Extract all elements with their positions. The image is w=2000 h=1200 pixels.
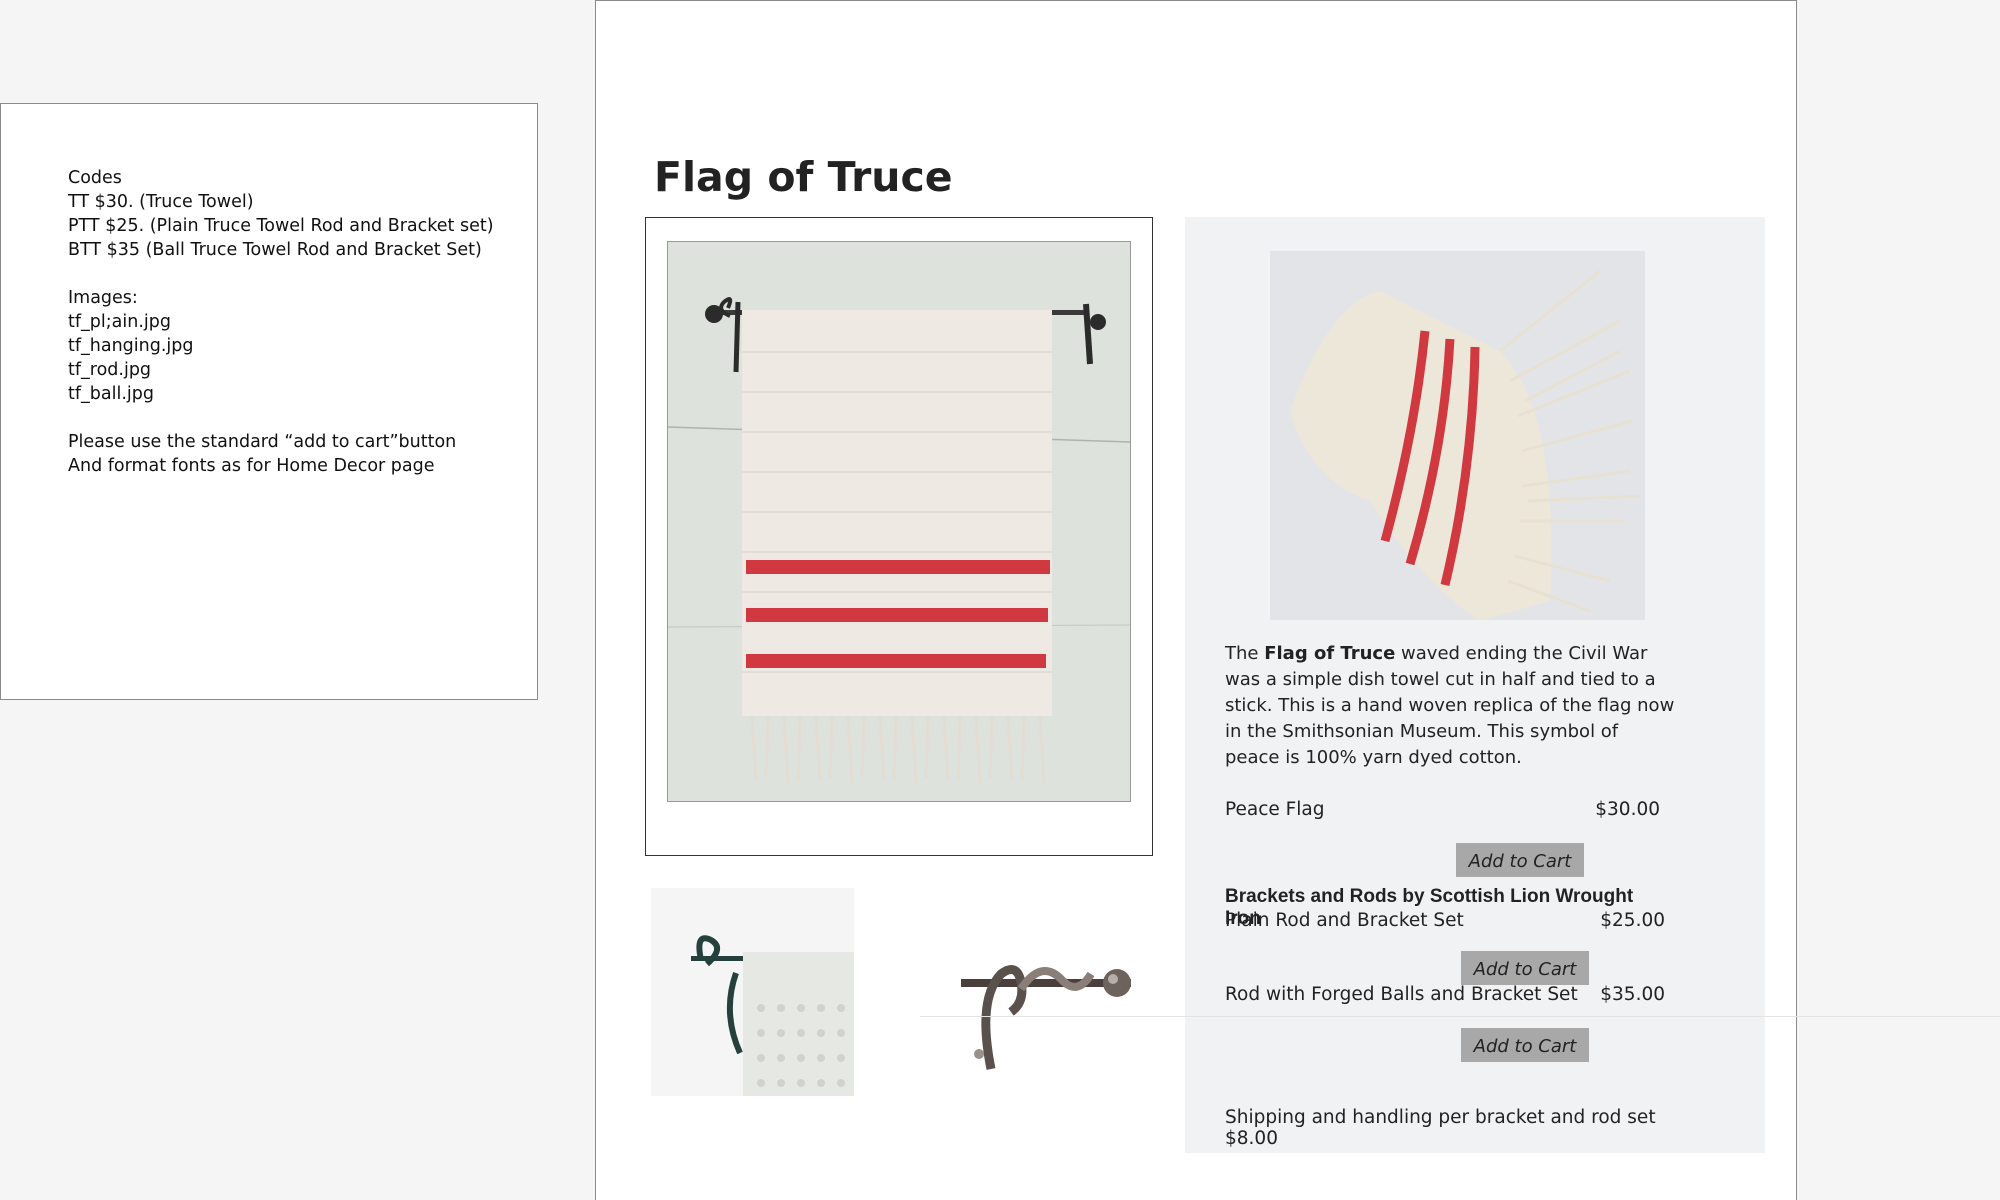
product-page: Flag of Truce The Flag of Truce waved en… — [595, 0, 1797, 1200]
notes-line: PTT $25. (Plain Truce Towel Rod and Brac… — [68, 216, 494, 236]
plain-rod-row: Plain Rod and Bracket Set $25.00 — [1225, 910, 1665, 931]
notes-panel: Codes TT $30. (Truce Towel) PTT $25. (Pl… — [0, 103, 538, 700]
notes-line — [68, 262, 537, 286]
notes-line: tf_rod.jpg — [68, 360, 152, 380]
divider-line — [920, 1016, 2000, 1017]
product-name: Rod with Forged Balls and Bracket Set — [1225, 984, 1578, 1005]
rod-closeup-thumbnail[interactable] — [651, 888, 854, 1096]
product-description: The Flag of Truce waved ending the Civil… — [1225, 641, 1675, 771]
notes-line: Codes — [68, 168, 122, 188]
notes-line: tf_hanging.jpg — [68, 336, 194, 356]
notes-line: tf_ball.jpg — [68, 384, 154, 404]
hanging-towel-image[interactable] — [667, 241, 1131, 802]
notes-line — [68, 406, 537, 430]
description-bold-name: Flag of Truce — [1264, 643, 1396, 664]
notes-line: TT $30. (Truce Towel) — [68, 192, 254, 212]
notes-line: BTT $35 (Ball Truce Towel Rod and Bracke… — [68, 240, 482, 260]
notes-line: Please use the standard “add to cart”but… — [68, 432, 457, 452]
product-price: $30.00 — [1595, 799, 1660, 820]
add-to-cart-button-plain-rod[interactable]: Add to Cart — [1461, 951, 1589, 985]
product-name: Plain Rod and Bracket Set — [1225, 910, 1464, 931]
notes-line: tf_pl;ain.jpg — [68, 312, 171, 332]
product-name: Peace Flag — [1225, 799, 1325, 820]
ball-rod-row: Rod with Forged Balls and Bracket Set $3… — [1225, 984, 1665, 1005]
peace-flag-row: Peace Flag $30.00 — [1225, 799, 1665, 820]
folded-flag-image[interactable] — [1270, 251, 1645, 620]
add-to-cart-button-ball-rod[interactable]: Add to Cart — [1461, 1028, 1589, 1062]
notes-line: And format fonts as for Home Decor page — [68, 456, 435, 476]
shipping-note: Shipping and handling per bracket and ro… — [1225, 1107, 1656, 1149]
add-to-cart-button-peace-flag[interactable]: Add to Cart — [1456, 843, 1584, 877]
notes-line: Images: — [68, 288, 138, 308]
product-price: $25.00 — [1600, 910, 1665, 931]
description-text: The — [1225, 643, 1265, 664]
ball-rod-thumbnail[interactable] — [921, 919, 1153, 1097]
product-price: $35.00 — [1600, 984, 1665, 1005]
page-title: Flag of Truce — [654, 153, 953, 201]
